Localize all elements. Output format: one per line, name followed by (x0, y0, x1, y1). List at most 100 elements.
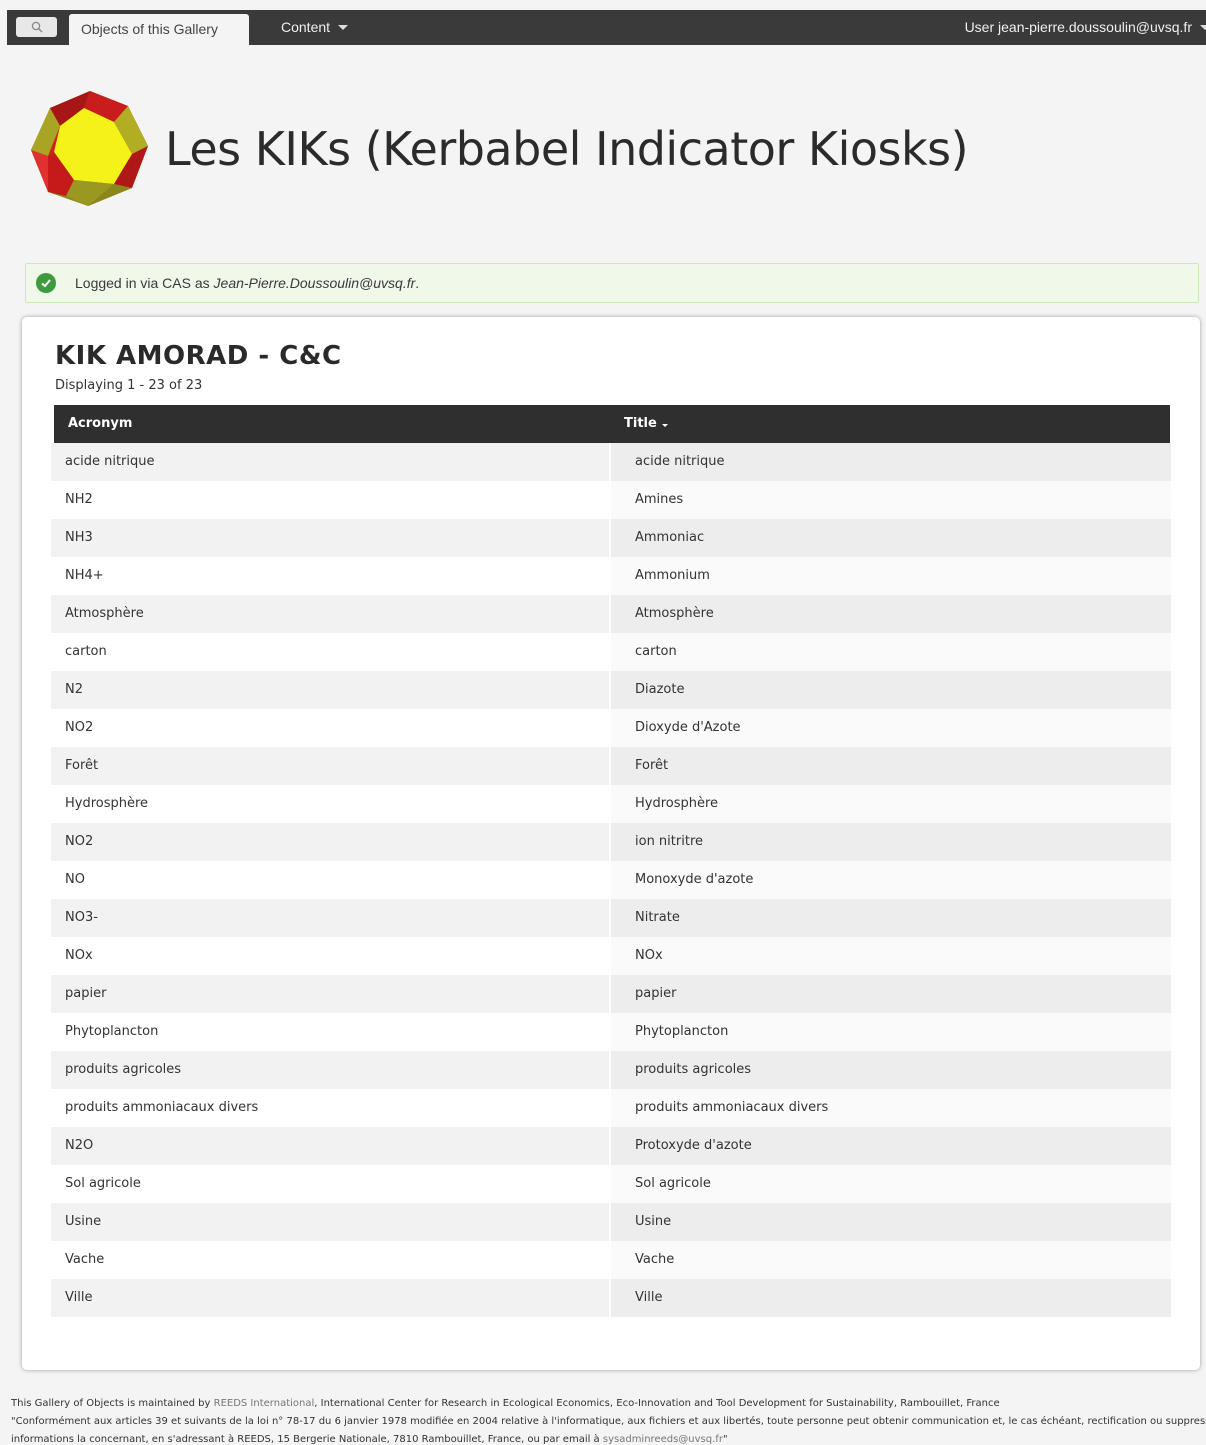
table-row[interactable]: N2 Diazote (51, 671, 1171, 709)
table-row[interactable]: acide nitrique acide nitrique (51, 443, 1171, 481)
table-row[interactable]: Phytoplancton Phytoplancton (51, 1013, 1171, 1051)
alert-suffix: . (415, 275, 420, 291)
cell-acronym: produits ammoniacaux divers (65, 1100, 259, 1115)
logo-icon[interactable] (28, 88, 152, 208)
footer-line-3: informations la concernant, en s'adressa… (11, 1431, 1206, 1445)
cell-acronym: NH3 (65, 530, 93, 545)
cell-title[interactable]: NOx (623, 937, 1171, 975)
row-background (51, 1279, 609, 1317)
footer-text: This Gallery of Objects is maintained by (11, 1398, 214, 1409)
cell-title[interactable]: Hydrosphère (623, 785, 1171, 823)
cell-title[interactable]: Protoxyde d'azote (623, 1127, 1171, 1165)
cell-acronym: NO3- (65, 910, 98, 925)
table-row[interactable]: NH4+ Ammonium (51, 557, 1171, 595)
table-row[interactable]: NOx NOx (51, 937, 1171, 975)
footer-line-2: "Conformément aux articles 39 et suivant… (11, 1416, 1206, 1427)
user-menu-label: User jean-pierre.doussoulin@uvsq.fr (964, 19, 1192, 35)
cell-title[interactable]: Phytoplancton (623, 1013, 1171, 1051)
cell-title[interactable]: Dioxyde d'Azote (623, 709, 1171, 747)
cell-title[interactable]: ion nitritre (623, 823, 1171, 861)
cell-title[interactable]: Forêt (623, 747, 1171, 785)
row-background (51, 823, 609, 861)
row-background (51, 519, 609, 557)
cell-acronym: N2 (65, 682, 83, 697)
cell-title[interactable]: Nitrate (623, 899, 1171, 937)
cell-title[interactable]: Ammonium (623, 557, 1171, 595)
cell-title[interactable]: acide nitrique (623, 443, 1171, 481)
content-menu-label: Content (281, 19, 331, 35)
alert-message: Logged in via CAS as Jean-Pierre.Doussou… (75, 275, 419, 291)
table-row[interactable]: NO2 ion nitritre (51, 823, 1171, 861)
cell-title[interactable]: produits ammoniacaux divers (623, 1089, 1171, 1127)
table-row[interactable]: produits ammoniacaux divers produits ammo… (51, 1089, 1171, 1127)
cell-title[interactable]: carton (623, 633, 1171, 671)
user-menu[interactable]: User jean-pierre.doussoulin@uvsq.fr (965, 19, 1206, 35)
table-row[interactable]: NH2 Amines (51, 481, 1171, 519)
cell-acronym: N2O (65, 1138, 94, 1153)
chevron-down-icon (1200, 24, 1206, 30)
cell-acronym: NO2 (65, 834, 94, 849)
cell-acronym: NO2 (65, 720, 94, 735)
cell-acronym: Atmosphère (65, 606, 144, 621)
cell-acronym: Forêt (65, 758, 99, 773)
table-row[interactable]: NO Monoxyde d'azote (51, 861, 1171, 899)
column-header-title[interactable]: Title (624, 405, 668, 443)
cell-acronym: Hydrosphère (65, 796, 149, 811)
table-row[interactable]: Vache Vache (51, 1241, 1171, 1279)
cell-title[interactable]: produits agricoles (623, 1051, 1171, 1089)
table-row[interactable]: Atmosphère Atmosphère (51, 595, 1171, 633)
cell-title[interactable]: Ammoniac (623, 519, 1171, 557)
column-header-acronym[interactable]: Acronym (68, 405, 132, 443)
row-background (51, 975, 609, 1013)
table-header: Acronym Title (54, 405, 1170, 443)
table-row[interactable]: NO3- Nitrate (51, 899, 1171, 937)
cell-acronym: produits agricoles (65, 1062, 182, 1077)
cell-title[interactable]: Sol agricole (623, 1165, 1171, 1203)
table-row[interactable]: Sol agricole Sol agricole (51, 1165, 1171, 1203)
table-row[interactable]: Usine Usine (51, 1203, 1171, 1241)
column-header-title-label: Title (624, 416, 657, 431)
cell-acronym: NH2 (65, 492, 93, 507)
footer-text: , International Center for Research in E… (314, 1398, 1000, 1409)
table-row[interactable]: produits agricoles produits agricoles (51, 1051, 1171, 1089)
cell-title[interactable]: Monoxyde d'azote (623, 861, 1171, 899)
table-row[interactable]: N2O Protoxyde d'azote (51, 1127, 1171, 1165)
alert-user: Jean-Pierre.Doussoulin@uvsq.fr (213, 275, 416, 291)
cell-title[interactable]: Usine (623, 1203, 1171, 1241)
row-background (51, 899, 609, 937)
email-link[interactable]: sysadminreeds@uvsq.fr (603, 1434, 723, 1445)
table-row[interactable]: NH3 Ammoniac (51, 519, 1171, 557)
table-row[interactable]: papier papier (51, 975, 1171, 1013)
row-background (51, 747, 609, 785)
cell-title[interactable]: Atmosphère (623, 595, 1171, 633)
cell-acronym: Ville (65, 1290, 93, 1305)
footer: This Gallery of Objects is maintained by… (11, 1395, 1206, 1445)
main-panel: KIK AMORAD - C&C Displaying 1 - 23 of 23… (22, 317, 1200, 1370)
cell-title[interactable]: Vache (623, 1241, 1171, 1279)
cell-acronym: Sol agricole (65, 1176, 141, 1191)
content-menu[interactable]: Content (281, 19, 349, 35)
page-title: KIK AMORAD - C&C (55, 341, 342, 371)
table-row[interactable]: Forêt Forêt (51, 747, 1171, 785)
table-row[interactable]: carton carton (51, 633, 1171, 671)
alert-prefix: Logged in via CAS as (75, 275, 214, 291)
cell-title[interactable]: Diazote (623, 671, 1171, 709)
reeds-link[interactable]: REEDS International (214, 1398, 315, 1409)
table-row[interactable]: Hydrosphère Hydrosphère (51, 785, 1171, 823)
cell-title[interactable]: Amines (623, 481, 1171, 519)
cell-acronym: Usine (65, 1214, 102, 1229)
login-status-alert: Logged in via CAS as Jean-Pierre.Doussou… (25, 263, 1199, 303)
row-background (51, 1203, 609, 1241)
search-button[interactable] (16, 17, 57, 37)
cell-acronym: Vache (65, 1252, 105, 1267)
tab-objects-of-gallery[interactable]: Objects of this Gallery (69, 14, 249, 45)
table-row[interactable]: NO2 Dioxyde d'Azote (51, 709, 1171, 747)
cell-acronym: NH4+ (65, 568, 104, 583)
table-row[interactable]: Ville Ville (51, 1279, 1171, 1317)
result-count: Displaying 1 - 23 of 23 (55, 378, 203, 393)
row-background (51, 671, 609, 709)
cell-acronym: acide nitrique (65, 454, 155, 469)
cell-title[interactable]: papier (623, 975, 1171, 1013)
cell-title[interactable]: Ville (623, 1279, 1171, 1317)
top-navbar: Objects of this Gallery Content User jea… (7, 10, 1206, 45)
